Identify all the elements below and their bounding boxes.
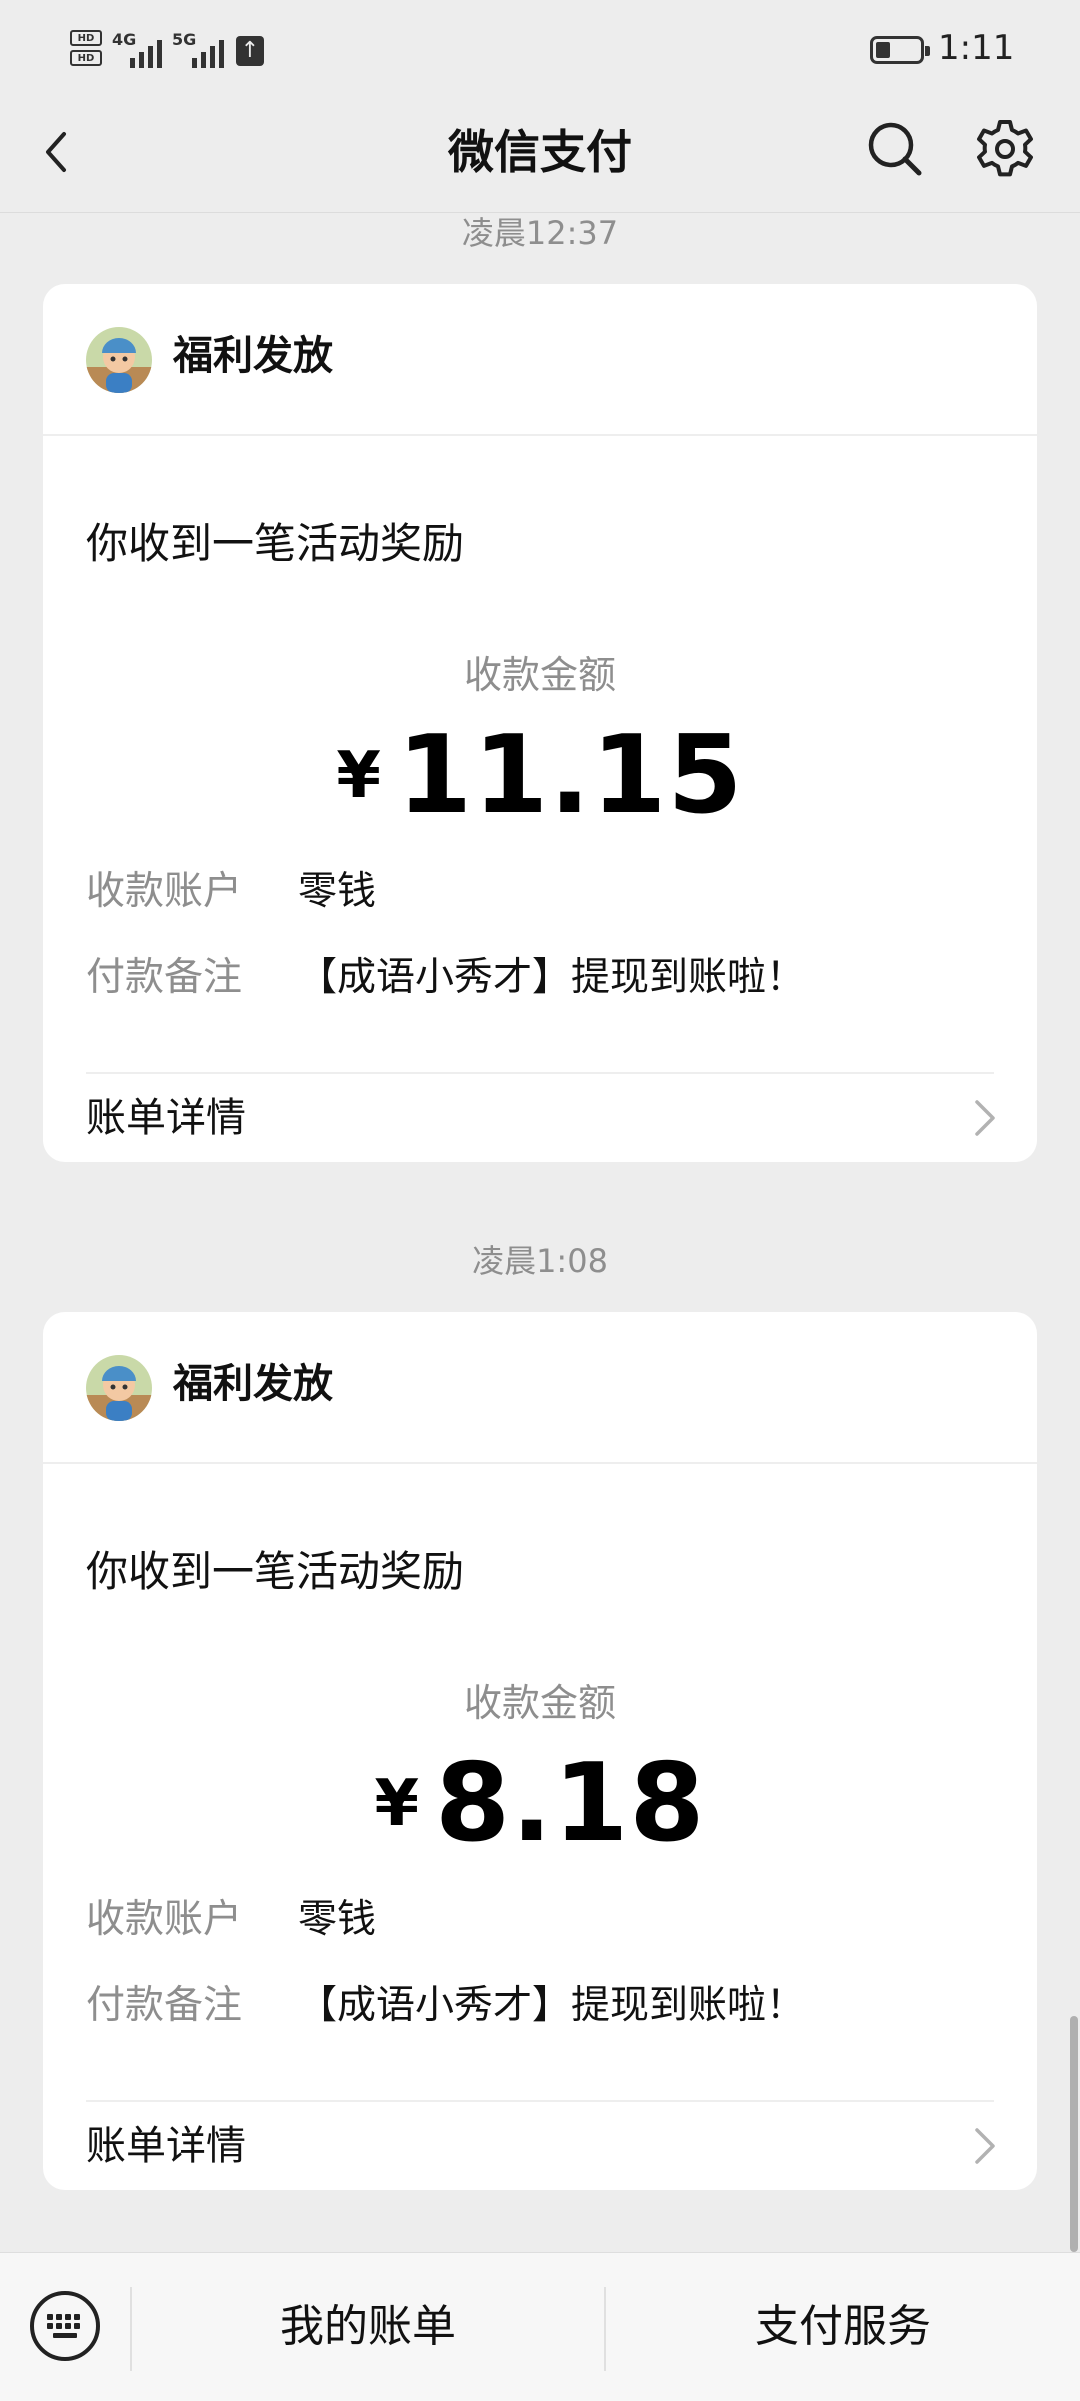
- remark-key: 付款备注: [86, 955, 243, 1000]
- sender-name: 福利发放: [173, 1361, 333, 1407]
- card-headline: 你收到一笔活动奖励: [86, 519, 465, 568]
- avatar: [86, 327, 152, 393]
- upload-icon: ↑: [236, 36, 264, 66]
- remark-key: 付款备注: [86, 1983, 243, 2028]
- bill-details-link[interactable]: 账单详情: [43, 1074, 1037, 1162]
- amount-value: 11.15: [396, 713, 744, 838]
- pay-services-button[interactable]: 支付服务: [606, 2253, 1080, 2401]
- account-row: 收款账户 零钱: [86, 1892, 376, 1948]
- hd-icon: HD HD: [70, 30, 102, 72]
- keyboard-icon[interactable]: [28, 2289, 102, 2363]
- chevron-right-icon: [975, 2128, 995, 2164]
- clock: 1:11: [938, 28, 1015, 68]
- gear-icon[interactable]: [972, 116, 1038, 182]
- signal-2-icon: [192, 34, 224, 68]
- header: 微信支付: [0, 100, 1080, 213]
- remark-row: 付款备注 【成语小秀才】提现到账啦！: [86, 1978, 805, 2034]
- avatar: [86, 1355, 152, 1421]
- amount: ¥11.15: [43, 716, 1037, 867]
- currency-symbol: ¥: [336, 739, 381, 813]
- my-bills-button[interactable]: 我的账单: [132, 2253, 604, 2401]
- card-headline: 你收到一笔活动奖励: [86, 1547, 465, 1596]
- bottom-menu-bar: 我的账单 支付服务: [0, 2252, 1080, 2401]
- hd-badge-1: HD: [70, 30, 102, 46]
- search-icon[interactable]: [864, 118, 926, 180]
- status-bar: HD HD 4G 5G ↑ 1:11: [0, 0, 1080, 100]
- scrollbar[interactable]: [1070, 2016, 1078, 2252]
- account-key: 收款账户: [86, 1897, 243, 1942]
- payment-card[interactable]: 福利发放 你收到一笔活动奖励 收款金额 ¥11.15 收款账户 零钱 付款备注 【成…: [43, 284, 1037, 1162]
- message-time: 凌晨12:37: [461, 214, 619, 252]
- sender-name: 福利发放: [173, 333, 333, 379]
- account-value: 零钱: [298, 1897, 377, 1942]
- chevron-right-icon: [975, 1100, 995, 1136]
- amount: ¥8.18: [43, 1744, 1037, 1895]
- account-key: 收款账户: [86, 869, 243, 914]
- remark-value: 【成语小秀才】提现到账啦！: [298, 955, 806, 1000]
- bill-details-link[interactable]: 账单详情: [43, 2102, 1037, 2190]
- payment-card[interactable]: 福利发放 你收到一笔活动奖励 收款金额 ¥8.18 收款账户 零钱 付款备注 【成语…: [43, 1312, 1037, 2190]
- signal-1-icon: [130, 34, 162, 68]
- remark-value: 【成语小秀才】提现到账啦！: [298, 1983, 806, 2028]
- hd-badge-2: HD: [70, 50, 102, 66]
- bill-details-label: 账单详情: [86, 1095, 246, 1141]
- account-row: 收款账户 零钱: [86, 864, 376, 920]
- amount-value: 8.18: [435, 1741, 706, 1866]
- amount-label: 收款金额: [463, 1681, 616, 1725]
- amount-label: 收款金额: [463, 653, 616, 697]
- message-time: 凌晨1:08: [472, 1242, 608, 1280]
- card-header: 福利发放: [43, 284, 1037, 436]
- bill-details-label: 账单详情: [86, 2123, 246, 2169]
- remark-row: 付款备注 【成语小秀才】提现到账啦！: [86, 950, 805, 1006]
- currency-symbol: ¥: [374, 1767, 420, 1841]
- account-value: 零钱: [298, 869, 377, 914]
- battery-icon: [870, 36, 930, 64]
- card-header: 福利发放: [43, 1312, 1037, 1464]
